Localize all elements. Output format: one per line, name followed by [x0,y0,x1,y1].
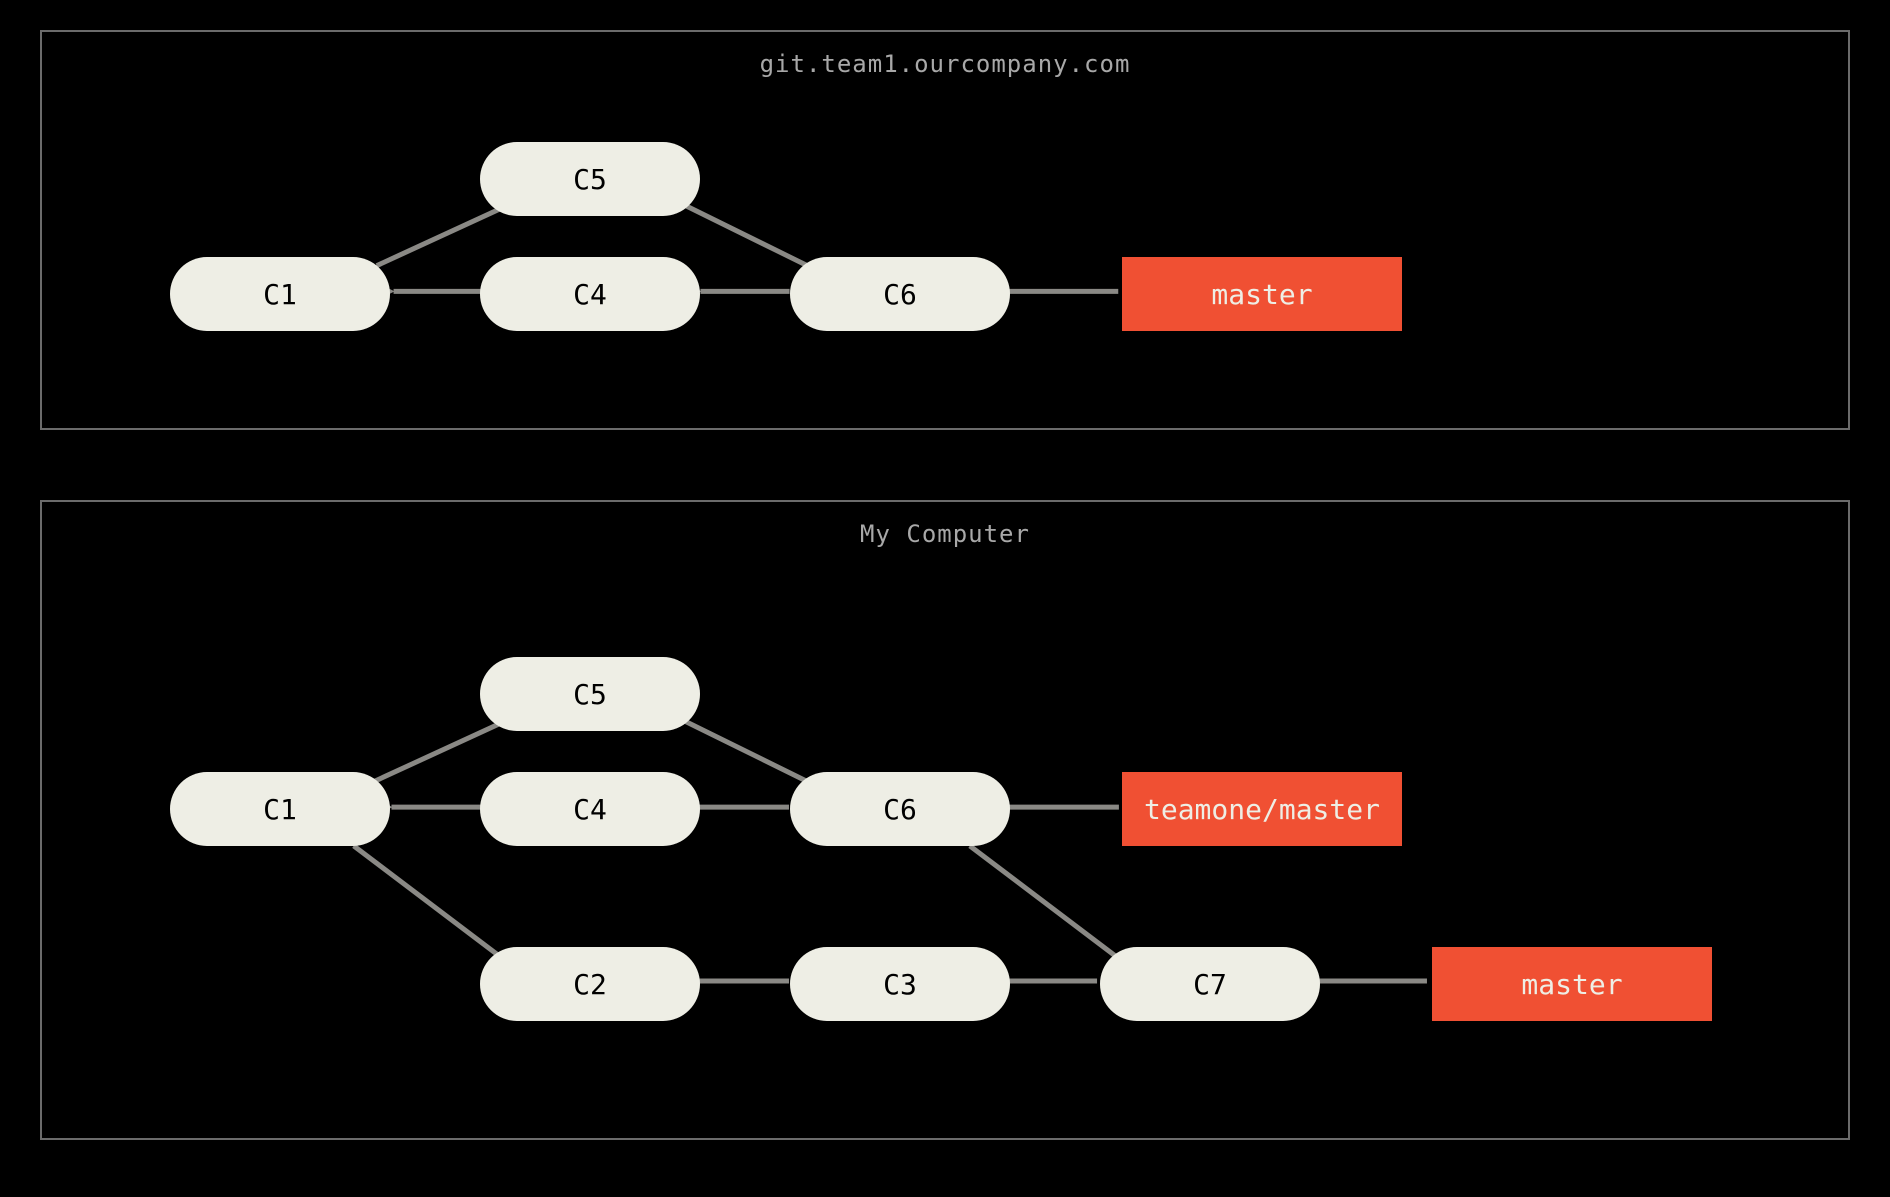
panel-local-body: C5 C1 C4 C6 teamone/master C2 C3 C7 mast… [42,502,1848,1138]
commit-c1-local-label: C1 [263,793,297,826]
commit-c7-local: C7 [1100,947,1320,1021]
commit-c2-local: C2 [480,947,700,1021]
commit-c4-local: C4 [480,772,700,846]
commit-c3-local: C3 [790,947,1010,1021]
commit-c7-local-label: C7 [1193,968,1227,1001]
commit-c1-local: C1 [170,772,390,846]
commit-c6-local-label: C6 [883,793,917,826]
branch-teamone-master: teamone/master [1122,772,1402,846]
commit-c5-local-label: C5 [573,678,607,711]
commit-c4: C4 [480,257,700,331]
commit-c2-local-label: C2 [573,968,607,1001]
arrows-server [42,32,1848,428]
branch-master-server-label: master [1211,278,1312,311]
commit-c4-label: C4 [573,278,607,311]
panel-server: git.team1.ourcompany.com C5 C1 [40,30,1850,430]
branch-master-local-label: master [1521,968,1622,1001]
branch-teamone-master-label: teamone/master [1144,793,1380,826]
commit-c1-label: C1 [263,278,297,311]
commit-c6-label: C6 [883,278,917,311]
commit-c6-local: C6 [790,772,1010,846]
panel-local: My Computer [40,500,1850,1140]
commit-c5-local: C5 [480,657,700,731]
panel-server-body: C5 C1 C4 C6 master [42,32,1848,428]
commit-c5: C5 [480,142,700,216]
branch-master-local: master [1432,947,1712,1021]
commit-c4-local-label: C4 [573,793,607,826]
commit-c6: C6 [790,257,1010,331]
commit-c1: C1 [170,257,390,331]
branch-master-server: master [1122,257,1402,331]
commit-c5-label: C5 [573,163,607,196]
commit-c3-local-label: C3 [883,968,917,1001]
